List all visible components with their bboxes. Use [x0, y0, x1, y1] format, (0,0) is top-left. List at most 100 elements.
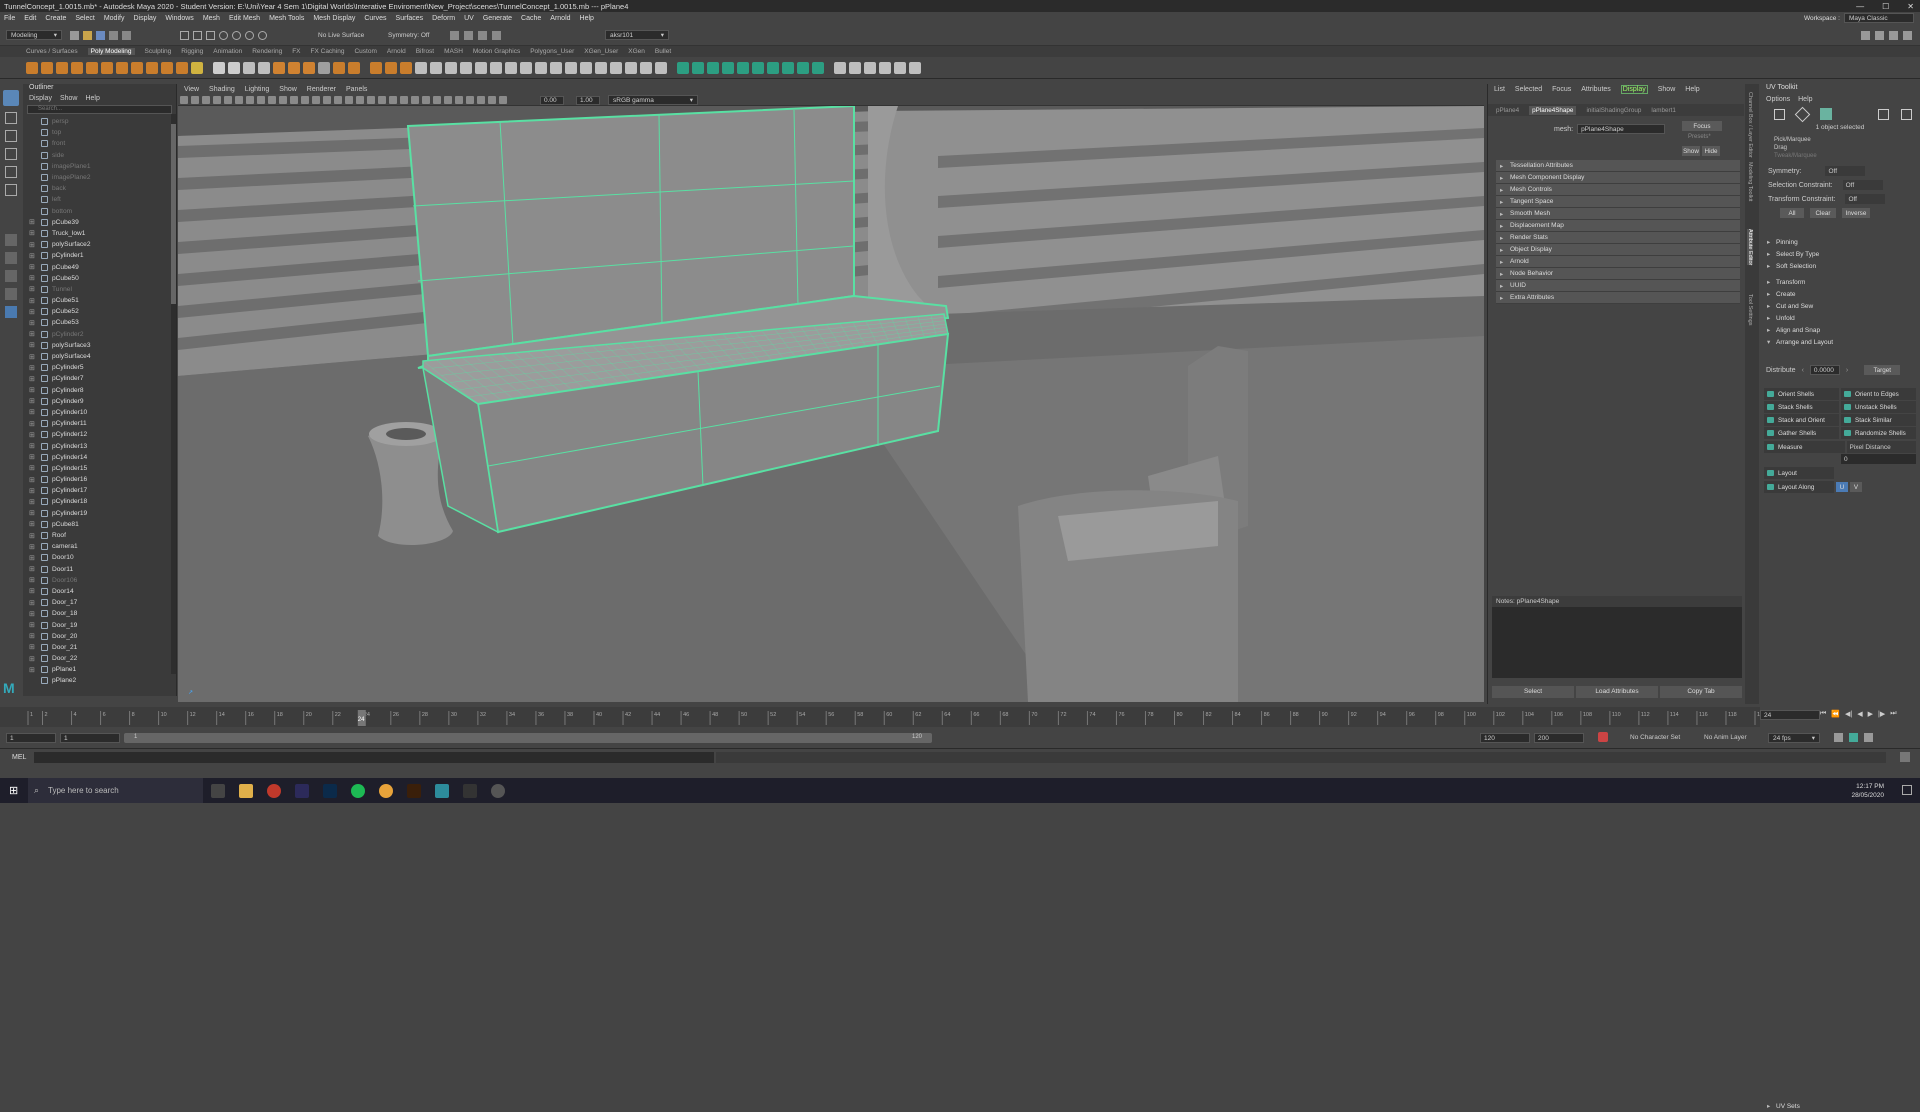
shelf-relax-icon[interactable] — [655, 62, 667, 74]
auto-key-icon[interactable] — [1598, 732, 1608, 742]
attr-node-tab[interactable]: lambert1 — [1651, 107, 1676, 114]
uv-layout-button[interactable]: Layout — [1764, 467, 1834, 479]
outliner-item[interactable]: ⊞ pCube81 — [23, 519, 176, 530]
outliner-item[interactable]: ⊞ pCylinder8 — [23, 385, 176, 396]
outliner-item[interactable]: ⊞ pCube53 — [23, 317, 176, 328]
shelf-cylinder-icon[interactable] — [56, 62, 68, 74]
shelf-average-icon[interactable] — [640, 62, 652, 74]
outliner-menu-help[interactable]: Help — [85, 95, 99, 102]
range-end-field[interactable]: 120 — [1480, 733, 1530, 743]
four-view-icon[interactable] — [5, 252, 17, 264]
snap-surface-icon[interactable] — [258, 31, 267, 40]
script-editor-icon[interactable] — [1900, 752, 1910, 762]
outliner-item[interactable]: ⊞ pCylinder18 — [23, 496, 176, 507]
attr-select-button[interactable]: Select — [1492, 686, 1574, 698]
uv-measure-dropdown[interactable]: Pixel Distance — [1846, 441, 1916, 453]
spotify-icon[interactable] — [351, 783, 365, 798]
expand-icon[interactable]: ⊞ — [29, 543, 37, 551]
expand-icon[interactable]: ⊞ — [29, 476, 37, 484]
outliner-item[interactable]: ⊞ pCylinder19 — [23, 508, 176, 519]
outliner-item[interactable]: ⊞ pCylinder17 — [23, 485, 176, 496]
mel-input[interactable] — [34, 752, 714, 763]
expand-icon[interactable]: ⊞ — [29, 587, 37, 595]
menu-mesh-display[interactable]: Mesh Display — [313, 15, 355, 22]
outliner-item[interactable]: ⊞ pCube50 — [23, 273, 176, 284]
shelf-layout-icon[interactable] — [767, 62, 779, 74]
step-back-key-icon[interactable]: ⏪ — [1831, 710, 1840, 718]
expand-icon[interactable]: ⊞ — [29, 241, 37, 249]
unreal-icon[interactable] — [463, 783, 477, 798]
shelf-snap-icon[interactable] — [894, 62, 906, 74]
uv-stack-shells-button[interactable]: Stack Shells — [1764, 401, 1839, 413]
expand-icon[interactable]: ⊞ — [29, 408, 37, 416]
uv-section-create[interactable]: Create — [1766, 288, 1920, 300]
outliner-item[interactable]: ⊞ Door_21 — [23, 642, 176, 653]
shelf-wedge-icon[interactable] — [535, 62, 547, 74]
undo-icon[interactable] — [109, 31, 118, 40]
uv-layout-v-button[interactable]: V — [1850, 482, 1862, 492]
outliner-item[interactable]: ⊞ pCylinder11 — [23, 418, 176, 429]
expand-icon[interactable]: ⊞ — [29, 420, 37, 428]
shelf-tab-motion-graphics[interactable]: Motion Graphics — [473, 48, 520, 55]
lasso-tool-icon[interactable] — [5, 112, 17, 124]
range-anim-start-field[interactable]: 1 — [60, 733, 120, 743]
shelf-target-weld-icon[interactable] — [460, 62, 472, 74]
maya-taskbar-icon[interactable] — [435, 783, 449, 798]
close-icon[interactable]: ✕ — [1907, 2, 1914, 11]
shadows-icon[interactable] — [389, 96, 397, 104]
outliner-item[interactable]: ⊞ polySurface3 — [23, 340, 176, 351]
side-tab-tool-settings[interactable]: Tool Settings — [1747, 294, 1753, 326]
safe-title-icon[interactable] — [312, 96, 320, 104]
shelf-combine-icon[interactable] — [243, 62, 255, 74]
fps-dropdown[interactable]: 24 fps ▾ — [1768, 733, 1820, 743]
menu-modify[interactable]: Modify — [104, 15, 125, 22]
shelf-type-icon[interactable] — [228, 62, 240, 74]
expand-icon[interactable]: ⊞ — [29, 655, 37, 663]
resolution-gate-icon[interactable] — [268, 96, 276, 104]
expand-icon[interactable]: ⊞ — [29, 464, 37, 472]
outliner-item[interactable]: ⊞ pCylinder2 — [23, 329, 176, 340]
viewport-menu-lighting[interactable]: Lighting — [245, 86, 270, 93]
expand-icon[interactable]: ⊞ — [29, 487, 37, 495]
outliner-item[interactable]: imagePlane2 — [23, 172, 176, 183]
uv-layout-along-button[interactable]: Layout Along — [1764, 481, 1834, 493]
toggle-modeling-toolkit-icon[interactable] — [1861, 31, 1870, 40]
uv-selconstraint-dropdown[interactable]: Off — [1842, 180, 1883, 190]
uv-xfconstraint-dropdown[interactable]: Off — [1845, 194, 1886, 204]
bookmark-icon[interactable] — [202, 96, 210, 104]
viewport-menu-show[interactable]: Show — [279, 86, 297, 93]
outliner-item[interactable]: ⊞ Door11 — [23, 564, 176, 575]
outliner-scrollbar[interactable] — [171, 114, 176, 674]
range-start-field[interactable]: 1 — [6, 733, 56, 743]
outliner-item[interactable]: ⊞ pCylinder5 — [23, 362, 176, 373]
outliner-item[interactable]: ⊞ pCylinder12 — [23, 429, 176, 440]
uv-stack-similar-button[interactable]: Stack Similar — [1841, 414, 1916, 426]
shelf-tab-xgen-user[interactable]: XGen_User — [584, 48, 618, 55]
attr-tab-help[interactable]: Help — [1685, 86, 1699, 93]
shelf-pipe-icon[interactable] — [146, 62, 158, 74]
shelf-delete-history-icon[interactable] — [834, 62, 846, 74]
xray-joints-icon[interactable] — [466, 96, 474, 104]
shelf-superellipse-icon[interactable] — [176, 62, 188, 74]
uv-randomize-shells-button[interactable]: Randomize Shells — [1841, 427, 1916, 439]
film-gate-icon[interactable] — [257, 96, 265, 104]
expand-icon[interactable]: ⊞ — [29, 554, 37, 562]
attr-section-tangent-space[interactable]: Tangent Space — [1496, 196, 1740, 208]
wire-on-shaded-icon[interactable] — [356, 96, 364, 104]
outliner-item[interactable]: top — [23, 127, 176, 138]
shelf-platonic-icon[interactable] — [131, 62, 143, 74]
shelf-sew-uv-icon[interactable] — [797, 62, 809, 74]
uv-gather-shells-button[interactable]: Gather Shells — [1764, 427, 1839, 439]
mesh-name-field[interactable]: pPlane4Shape — [1577, 124, 1666, 134]
attr-node-tab[interactable]: pPlane4Shape — [1529, 105, 1577, 115]
shelf-extrude-icon[interactable] — [348, 62, 360, 74]
menu-edit-mesh[interactable]: Edit Mesh — [229, 15, 260, 22]
shelf-svg-icon[interactable] — [213, 62, 225, 74]
taskbar-clock[interactable]: 12:17 PM 28/05/2020 — [1851, 782, 1884, 800]
uv-select-all-button[interactable]: All — [1780, 208, 1804, 218]
uv-measure-button[interactable]: Measure — [1764, 441, 1845, 453]
uv-section-align-and-snap[interactable]: Align and Snap — [1766, 324, 1920, 336]
uv-orient-shells-button[interactable]: Orient Shells — [1764, 388, 1839, 400]
expand-icon[interactable]: ⊞ — [29, 509, 37, 517]
shelf-freeze-icon[interactable] — [864, 62, 876, 74]
